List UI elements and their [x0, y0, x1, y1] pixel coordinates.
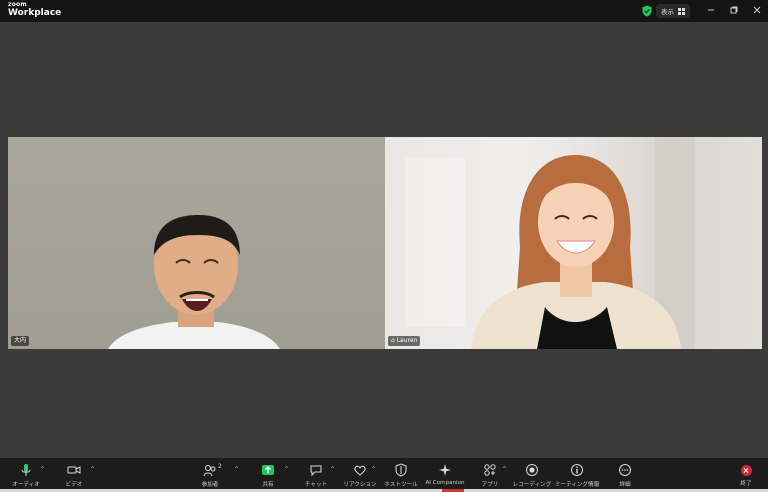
video-options-caret-icon[interactable]: ^	[90, 466, 95, 473]
ai-companion-button[interactable]: AI Companion	[425, 461, 465, 489]
more-dots-icon	[619, 464, 631, 476]
chat-icon	[310, 465, 322, 477]
info-icon	[571, 464, 583, 476]
reactions-label: リアクション	[343, 482, 377, 488]
participants-button[interactable]: 参加者	[190, 461, 230, 489]
participants-icon	[203, 465, 216, 477]
minimize-icon[interactable]	[704, 3, 718, 17]
title-bar: zoom Workplace 表示	[0, 0, 768, 22]
ai-companion-label: AI Companion	[425, 480, 465, 486]
participant-video-image	[108, 215, 280, 349]
audio-options-caret-icon[interactable]: ^	[40, 466, 45, 473]
more-button[interactable]: 詳細	[605, 461, 645, 489]
participant-video-image	[405, 137, 695, 349]
participant-name: Lauren	[396, 337, 418, 344]
close-icon[interactable]	[750, 3, 764, 17]
participant-video-tile[interactable]: ⌂ Lauren	[385, 137, 762, 349]
microphone-icon	[21, 464, 31, 476]
sparkle-icon	[439, 464, 451, 476]
end-call-icon: ×	[740, 465, 752, 476]
more-label: 詳細	[619, 482, 631, 488]
participants-label: 参加者	[201, 482, 219, 488]
chat-options-caret-icon[interactable]: ^	[330, 466, 335, 473]
share-options-caret-icon[interactable]: ^	[284, 466, 289, 473]
audio-label: オーディオ	[12, 482, 40, 488]
participant-video-tile[interactable]: 大内	[8, 137, 385, 349]
apps-label: アプリ	[481, 482, 499, 488]
apps-icon	[484, 464, 496, 476]
participant-name: 大内	[14, 337, 27, 344]
share-button[interactable]: 共有	[248, 461, 288, 489]
grid-icon	[678, 7, 685, 15]
heart-icon	[354, 465, 366, 476]
participant-name-tag: 大内	[11, 336, 30, 346]
chat-label: チャット	[304, 482, 328, 488]
end-meeting-button[interactable]: × 終了	[728, 461, 764, 489]
host-tools-label: ホストツール	[384, 482, 418, 488]
meeting-info-button[interactable]: ミーティング情報	[554, 461, 600, 489]
share-label: 共有	[262, 482, 274, 488]
restore-icon[interactable]	[727, 3, 741, 17]
video-camera-icon	[67, 466, 81, 474]
participant-name-tag: ⌂ Lauren	[388, 336, 421, 346]
video-button[interactable]: ビデオ	[54, 461, 94, 489]
meeting-toolbar: オーディオ ^ ビデオ ^ 参加者 2 ^ 共有 ^ チャット ^ リアクション…	[0, 458, 768, 492]
apps-options-caret-icon[interactable]: ^	[502, 466, 507, 473]
shield-check-icon[interactable]	[641, 5, 653, 17]
reactions-options-caret-icon[interactable]: ^	[371, 466, 376, 473]
zoom-workplace-logo: zoom Workplace	[8, 2, 61, 18]
record-icon	[526, 464, 538, 476]
view-button[interactable]: 表示	[656, 4, 690, 18]
share-screen-icon	[262, 465, 274, 475]
meeting-info-label: ミーティング情報	[554, 482, 600, 488]
participants-count: 2	[218, 463, 222, 470]
video-label: ビデオ	[65, 482, 83, 488]
participants-options-caret-icon[interactable]: ^	[234, 466, 239, 473]
end-label: 終了	[740, 481, 752, 487]
recording-button[interactable]: レコーディング	[512, 461, 552, 489]
view-label: 表示	[661, 8, 674, 16]
brand-big-text: Workplace	[8, 8, 62, 18]
recording-label: レコーディング	[512, 482, 552, 488]
host-tools-button[interactable]: ホストツール	[381, 461, 421, 489]
shield-icon	[395, 463, 407, 477]
